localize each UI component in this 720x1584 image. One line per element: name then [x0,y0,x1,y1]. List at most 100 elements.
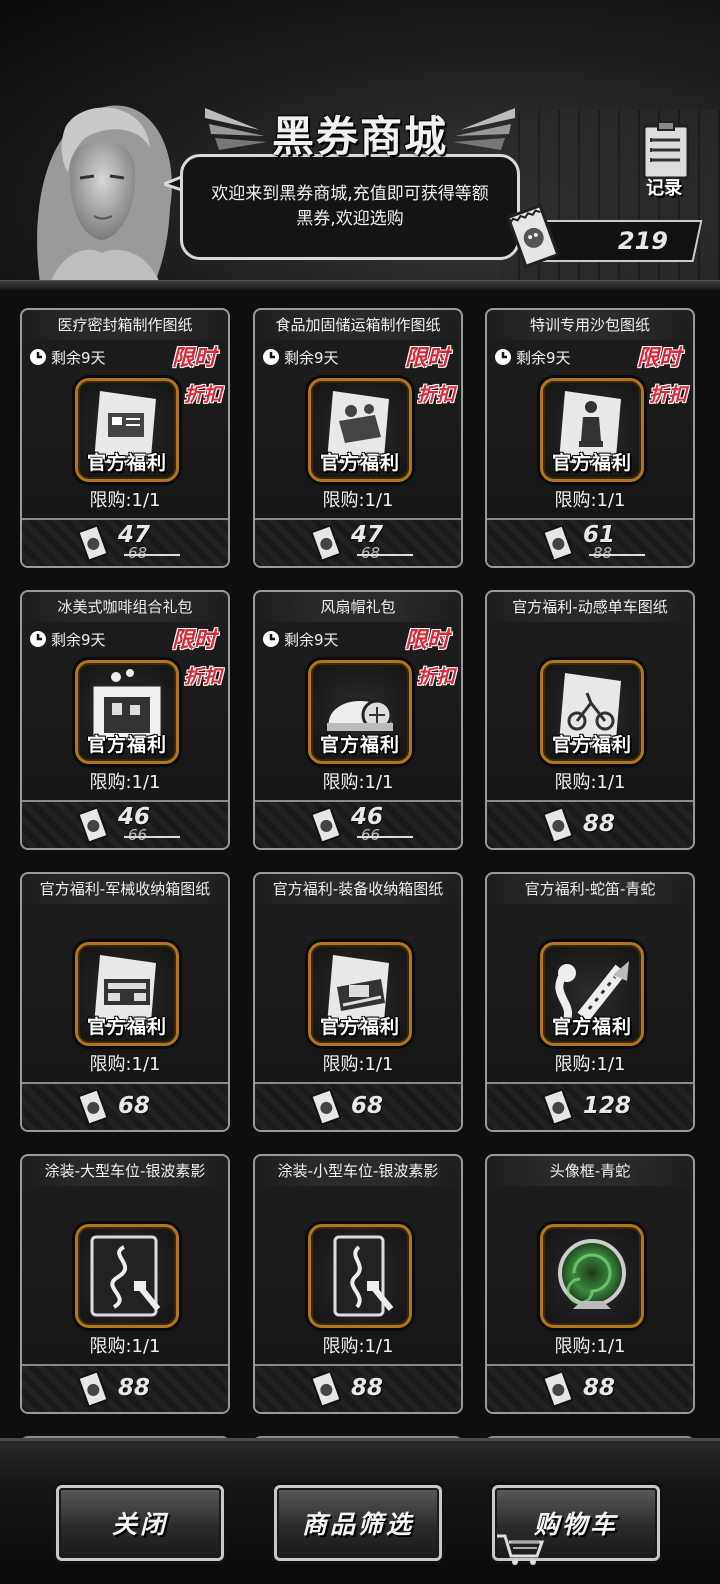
filter-button[interactable]: 商品筛选 [274,1485,442,1561]
shop-header: 黑券商城 欢迎来到黑券商城,充值即可获得等额黑券,欢迎选购 记录 219 [0,0,720,290]
welfare-tag: 官方福利 [319,734,400,756]
welfare-tag: 官方福利 [86,734,167,756]
product-title: 头像框-青蛇 [487,1156,693,1186]
limited-badge: 限时 [171,628,216,653]
product-icon: 官方福利 [540,378,644,482]
product-title: 官方福利-装备收纳箱图纸 [255,874,461,904]
discount-badge: 折扣 [416,384,455,406]
record-button[interactable]: 记录 [626,120,702,202]
product-title: 涂装-大型车位-银波素影 [22,1156,228,1186]
discount-badge: 折扣 [416,666,455,688]
product-icon [308,1224,412,1328]
ticket-icon [543,1089,573,1125]
avatar-frame-icon [558,1239,626,1309]
close-button-label: 关闭 [111,1510,168,1539]
snake-paint-icon [333,1235,394,1317]
original-price: 68 [357,544,421,562]
original-price: 88 [589,544,653,562]
clock-icon [263,631,279,647]
ticket-icon [508,204,558,268]
price-bar: 68 [22,1082,228,1130]
product-card[interactable]: 食品加固储运箱制作图纸 剩余9天 限时 官方福利 折扣 限购:1/1 47 68 [253,308,463,568]
price-bar: 47 68 [22,518,228,566]
price-bar: 61 88 [487,518,693,566]
product-icon: 官方福利 [308,378,412,482]
product-card[interactable]: 风扇帽礼包 剩余9天 限时 官方福利 折扣 限购:1/1 46 66 [253,590,463,850]
product-title: 官方福利-动感单车图纸 [487,592,693,622]
purchase-limit: 限购:1/1 [554,772,626,793]
product-title: 医疗密封箱制作图纸 [22,310,228,340]
timer: 剩余9天 [28,628,106,650]
purchase-limit: 限购:1/1 [322,772,394,793]
product-card[interactable]: 涂装-小型车位-银波素影 限购:1/1 88 [253,1154,463,1414]
close-button[interactable]: 关闭 [56,1485,224,1561]
purchase-limit: 限购:1/1 [89,490,161,511]
product-icon [540,1224,644,1328]
product-title: 食品加固储运箱制作图纸 [255,310,461,340]
original-price: 66 [124,826,188,844]
product-card[interactable]: 官方福利-装备收纳箱图纸 官方福利 限购:1/1 68 [253,872,463,1132]
price-value: 128 [583,1093,632,1119]
price-value: 88 [583,1375,616,1401]
ticket-icon [78,525,108,561]
product-card[interactable]: 冰美式咖啡组合礼包 剩余9天 限时 官方福利 折扣 限购:1/1 46 66 [20,590,230,850]
product-card[interactable]: 特训专用沙包图纸 剩余9天 限时 官方福利 折扣 限购:1/1 61 88 [485,308,695,568]
timer-text: 剩余9天 [51,630,106,649]
balance-value: 219 [617,227,668,255]
purchase-limit: 限购:1/1 [554,1054,626,1075]
product-card[interactable]: 涂装-大型车位-银波素影 限购:1/1 88 [20,1154,230,1414]
ticket-icon [78,807,108,843]
welfare-tag: 官方福利 [551,1016,632,1038]
filter-button-label: 商品筛选 [301,1510,414,1539]
clock-icon [30,631,46,647]
welfare-tag: 官方福利 [319,1016,400,1038]
ticket-icon [543,807,573,843]
timer: 剩余9天 [261,628,339,650]
discount-badge: 折扣 [648,384,687,406]
price-bar: 88 [255,1364,461,1412]
ticket-icon [311,1371,341,1407]
product-title: 涂装-小型车位-银波素影 [255,1156,461,1186]
product-title: 风扇帽礼包 [255,592,461,622]
product-card[interactable]: 头像框-青蛇 限购:1/1 88 [485,1154,695,1414]
cart-icon [497,1534,545,1565]
product-title: 特训专用沙包图纸 [487,310,693,340]
welfare-tag: 官方福利 [551,452,632,474]
price-bar: 88 [22,1364,228,1412]
product-card[interactable]: 官方福利-军械收纳箱图纸 官方福利 限购:1/1 68 [20,872,230,1132]
limited-badge: 限时 [636,346,681,371]
clock-icon [495,349,511,365]
product-card[interactable]: 官方福利-动感单车图纸 官方福利 限购:1/1 88 [485,590,695,850]
ticket-icon [543,525,573,561]
header-divider [0,280,720,290]
clock-icon [30,349,46,365]
ticket-icon [311,1089,341,1125]
clipboard-icon [642,121,690,180]
price-bar: 46 66 [22,800,228,848]
product-icon: 官方福利 [540,660,644,764]
product-icon: 官方福利 [75,942,179,1046]
purchase-limit: 限购:1/1 [89,1336,161,1357]
wing-right-icon [453,108,515,150]
ticket-icon [78,1371,108,1407]
welfare-tag: 官方福利 [551,734,632,756]
clock-icon [263,349,279,365]
product-card[interactable]: 医疗密封箱制作图纸 剩余9天 限时 官方福利 折扣 限购:1/1 47 68 [20,308,230,568]
timer-text: 剩余9天 [516,348,571,367]
product-icon: 官方福利 [540,942,644,1046]
product-card[interactable]: 官方福利-蛇笛-青蛇 官方福利 限购:1/1 128 [485,872,695,1132]
product-icon [75,1224,179,1328]
price-value: 88 [351,1375,384,1401]
cart-button[interactable]: 购物车 [492,1485,660,1565]
price-bar: 88 [487,1364,693,1412]
ticket-icon [311,807,341,843]
purchase-limit: 限购:1/1 [322,1054,394,1075]
price-value: 88 [118,1375,151,1401]
price-value: 68 [118,1093,151,1119]
discount-badge: 折扣 [183,384,222,406]
product-icon: 官方福利 [75,378,179,482]
snake-paint-icon [90,1235,161,1317]
ticket-icon [311,525,341,561]
price-bar: 128 [487,1082,693,1130]
purchase-limit: 限购:1/1 [322,490,394,511]
